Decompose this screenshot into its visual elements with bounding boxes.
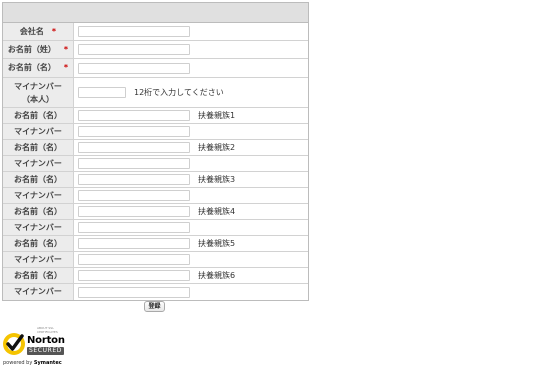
dependent-5-number-input[interactable] — [78, 254, 190, 265]
my-number-input[interactable] — [78, 87, 126, 98]
form-row-first-name: お名前（名） * — [3, 59, 308, 78]
label-my-number: マイナンバー（本人） — [3, 78, 74, 107]
last-name-input[interactable] — [78, 44, 190, 55]
dependent-5-name-input[interactable] — [78, 238, 190, 249]
form-row-dependent-6-name: お名前（名） 扶養親族6 — [3, 268, 308, 284]
norton-secured-label: SECURED — [27, 347, 64, 355]
label-last-name: お名前（姓） * — [3, 41, 74, 58]
dependent-label: 扶養親族3 — [198, 175, 236, 184]
label-dependent-name: お名前（名） — [3, 204, 74, 219]
label-dependent-number: マイナンバー — [3, 124, 74, 139]
form-row-dependent-6-number: マイナンバー — [3, 284, 308, 300]
required-mark: * — [63, 63, 69, 72]
form-row-dependent-5-name: お名前（名） 扶養親族5 — [3, 236, 308, 252]
dependent-4-number-input[interactable] — [78, 222, 190, 233]
first-name-input[interactable] — [78, 62, 190, 74]
dependent-label: 扶養親族2 — [198, 143, 236, 152]
company-input[interactable] — [78, 26, 190, 37]
required-mark: * — [63, 44, 69, 54]
label-first-name: お名前（名） * — [3, 59, 74, 77]
required-mark: * — [51, 26, 57, 36]
dependent-label: 扶養親族5 — [198, 239, 236, 248]
my-number-hint: 12桁で入力してください — [134, 88, 224, 97]
label-dependent-number: マイナンバー — [3, 188, 74, 203]
dependent-3-name-input[interactable] — [78, 174, 190, 185]
form-row-dependent-5-number: マイナンバー — [3, 252, 308, 268]
label-dependent-number: マイナンバー — [3, 220, 74, 235]
form-row-dependent-3-name: お名前（名） 扶養親族3 — [3, 172, 308, 188]
norton-brand: Norton — [27, 335, 65, 346]
form-row-dependent-1-name: お名前（名） 扶養親族1 — [3, 108, 308, 124]
label-dependent-name: お名前（名） — [3, 236, 74, 251]
label-dependent-number: マイナンバー — [3, 252, 74, 267]
form-row-dependent-2-number: マイナンバー — [3, 156, 308, 172]
form-row-dependent-1-number: マイナンバー — [3, 124, 308, 140]
dependent-1-number-input[interactable] — [78, 126, 190, 137]
form-row-dependent-4-name: お名前（名） 扶養親族4 — [3, 204, 308, 220]
submit-button[interactable]: 登録 — [144, 301, 165, 312]
label-dependent-number: マイナンバー — [3, 156, 74, 171]
label-company: 会社名 * — [3, 23, 74, 40]
registration-form: 会社名 * お名前（姓） * お名前（名） * マイナンバー（本人） 12桁で入力して… — [2, 2, 309, 301]
norton-powered-by: powered by Symantec — [3, 360, 62, 366]
label-dependent-name: お名前（名） — [3, 140, 74, 155]
form-row-dependent-3-number: マイナンバー — [3, 188, 308, 204]
label-dependent-name: お名前（名） — [3, 268, 74, 283]
dependent-label: 扶養親族1 — [198, 111, 236, 120]
dependent-3-number-input[interactable] — [78, 190, 190, 201]
label-dependent-number: マイナンバー — [3, 284, 74, 300]
form-row-my-number: マイナンバー（本人） 12桁で入力してください — [3, 78, 308, 108]
norton-small-text: ABOUT SSL CERTIFICATES — [37, 326, 58, 334]
dependent-label: 扶養親族6 — [198, 271, 236, 280]
form-row-dependent-4-number: マイナンバー — [3, 220, 308, 236]
norton-secured-seal[interactable]: ABOUT SSL CERTIFICATES Norton SECURED po… — [1, 326, 71, 368]
dependent-1-name-input[interactable] — [78, 110, 190, 121]
dependent-6-number-input[interactable] — [78, 286, 190, 298]
dependent-label: 扶養親族4 — [198, 207, 236, 216]
label-dependent-name: お名前（名） — [3, 172, 74, 187]
dependent-4-name-input[interactable] — [78, 206, 190, 217]
form-row-company: 会社名 * — [3, 23, 308, 41]
form-header — [3, 3, 308, 23]
form-row-last-name: お名前（姓） * — [3, 41, 308, 59]
dependent-2-name-input[interactable] — [78, 142, 190, 153]
form-row-dependent-2-name: お名前（名） 扶養親族2 — [3, 140, 308, 156]
dependent-2-number-input[interactable] — [78, 158, 190, 169]
norton-check-icon — [3, 333, 25, 355]
dependent-6-name-input[interactable] — [78, 270, 190, 281]
label-dependent-name: お名前（名） — [3, 108, 74, 123]
